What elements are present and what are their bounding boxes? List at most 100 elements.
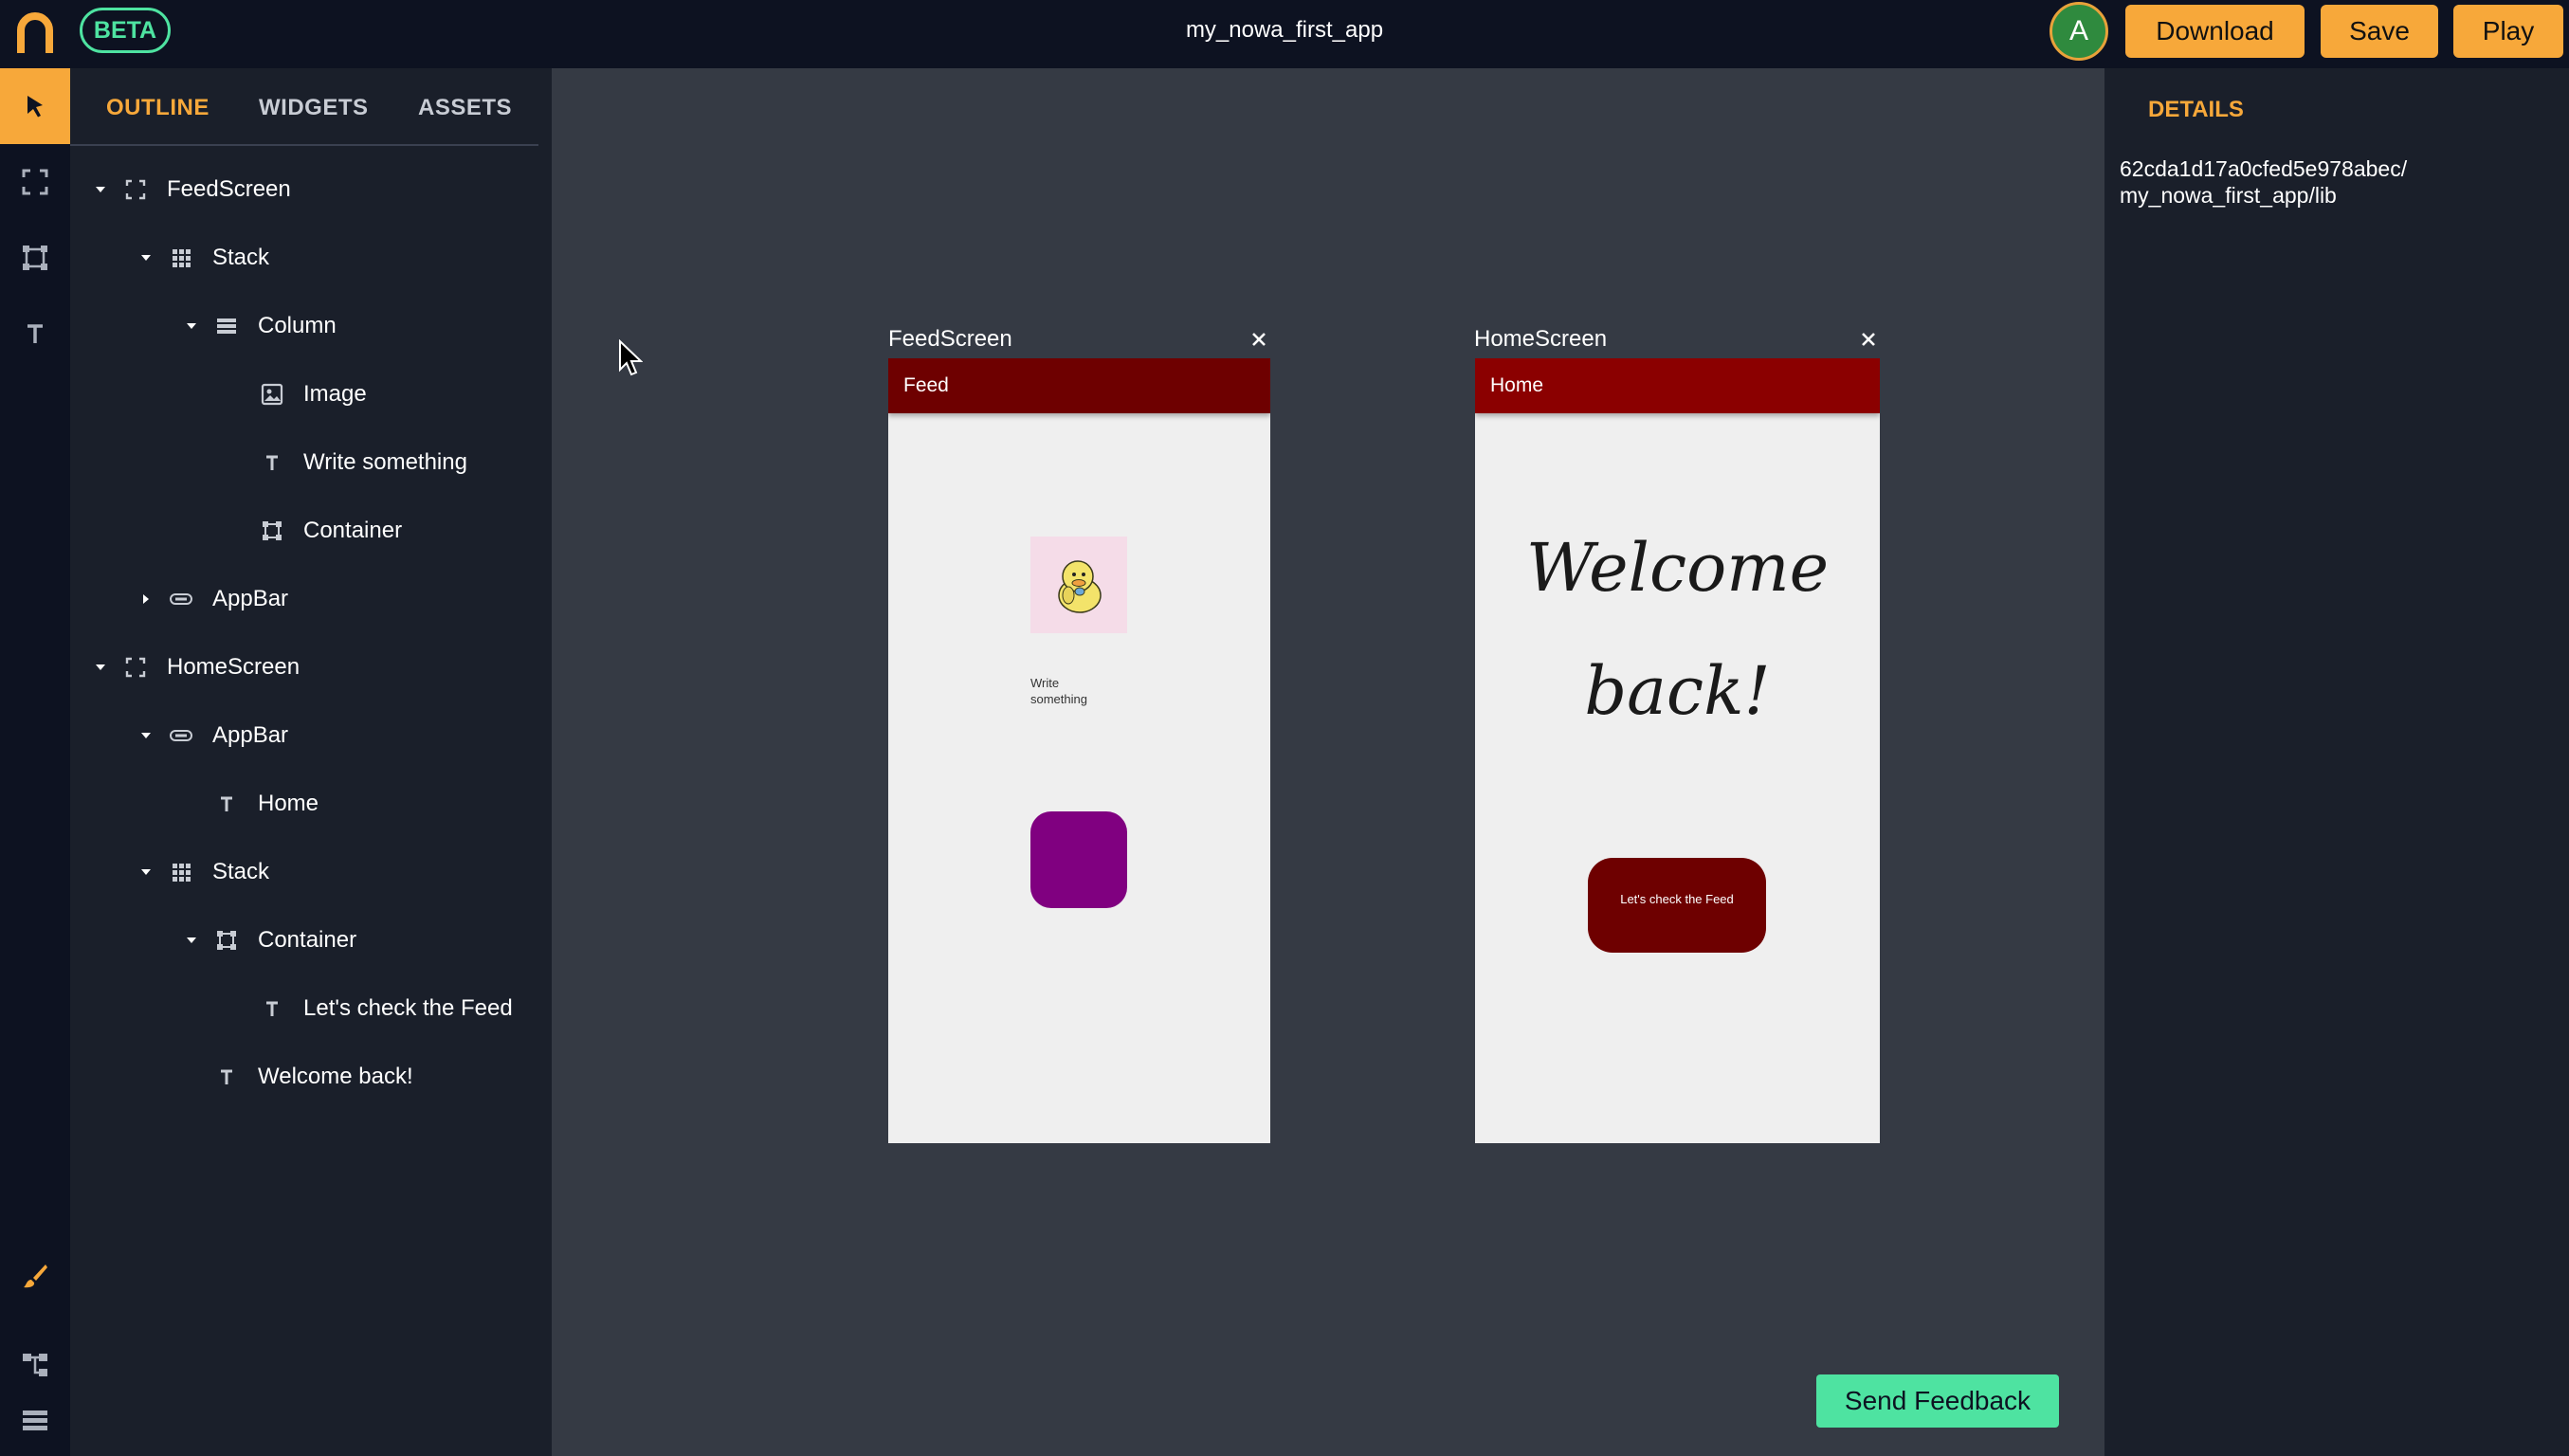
- tree-item-column[interactable]: Column: [178, 302, 337, 350]
- caret-spacer: [224, 999, 250, 1018]
- check-feed-button-label: Let's check the Feed: [1620, 891, 1734, 906]
- tool-rail: [0, 68, 70, 1456]
- close-icon[interactable]: [1855, 326, 1882, 353]
- tree-item-label: Home: [258, 791, 319, 816]
- image-icon: [258, 381, 286, 408]
- caret-down-icon[interactable]: [87, 658, 114, 677]
- frame-title-feedscreen[interactable]: FeedScreen: [888, 326, 1012, 353]
- panel-tabs: OUTLINE WIDGETS ASSETS: [70, 68, 538, 146]
- tree-item-label: FeedScreen: [167, 176, 291, 202]
- nowa-logo-icon[interactable]: [8, 6, 63, 61]
- home-appbar: Home: [1475, 358, 1880, 413]
- pointer-tool-button[interactable]: [0, 68, 70, 144]
- tree-item-feedscreen[interactable]: FeedScreen: [87, 166, 291, 213]
- tree-item-write-something[interactable]: Write something: [224, 439, 467, 486]
- text-icon: [27, 324, 43, 343]
- tree-item-label: Container: [303, 518, 403, 543]
- screen-icon: [22, 169, 48, 195]
- tree-item-container[interactable]: Container: [178, 917, 356, 964]
- welcome-text-line2: back!: [1584, 652, 1771, 730]
- pointer-icon: [27, 96, 43, 118]
- details-panel: DETAILS 62cda1d17a0cfed5e978abec/ my_now…: [2104, 68, 2569, 1456]
- duck-image[interactable]: [1030, 537, 1127, 633]
- tab-outline[interactable]: OUTLINE: [106, 95, 210, 121]
- welcome-text-line1: Welcome: [1525, 529, 1830, 607]
- brush-icon: [24, 1265, 47, 1288]
- send-feedback-button[interactable]: Send Feedback: [1816, 1374, 2059, 1428]
- caret-down-icon[interactable]: [133, 863, 159, 882]
- caret-right-icon[interactable]: [133, 590, 159, 609]
- container-icon: [258, 518, 286, 544]
- grid-icon: [167, 245, 195, 271]
- tree-item-home[interactable]: Home: [178, 780, 319, 828]
- feed-appbar: Feed: [888, 358, 1270, 413]
- tree-item-label: AppBar: [212, 722, 289, 748]
- tree-item-label: Column: [258, 313, 337, 338]
- tree-item-label: HomeScreen: [167, 654, 301, 680]
- duck-icon: [1058, 560, 1102, 613]
- caret-down-icon[interactable]: [178, 317, 205, 336]
- avatar[interactable]: A: [2050, 2, 2108, 61]
- list-icon: [23, 1410, 47, 1430]
- grid-icon: [167, 859, 195, 885]
- tree-item-label: Stack: [212, 245, 270, 270]
- tree-icon: [23, 1354, 47, 1376]
- tree-item-label: AppBar: [212, 586, 289, 611]
- tree-item-label: Container: [258, 927, 357, 953]
- check-feed-button[interactable]: Let's check the Feed: [1588, 858, 1766, 953]
- caret-down-icon[interactable]: [133, 248, 159, 267]
- tree-item-label: Welcome back!: [258, 1064, 413, 1089]
- tree-item-label: Stack: [212, 859, 270, 884]
- list-tool-button[interactable]: [0, 1382, 70, 1456]
- mouse-cursor-icon: [619, 339, 643, 376]
- close-icon[interactable]: [1246, 326, 1272, 353]
- feed-appbar-title: Feed: [903, 374, 949, 396]
- tree-item-lets-check-the-feed[interactable]: Let's check the Feed: [224, 985, 513, 1032]
- tree-item-stack[interactable]: Stack: [133, 848, 269, 896]
- tree-item-label: Image: [303, 381, 367, 407]
- frame-title-homescreen[interactable]: HomeScreen: [1474, 326, 1607, 353]
- tree-item-appbar[interactable]: AppBar: [133, 575, 288, 623]
- tab-assets[interactable]: ASSETS: [418, 95, 512, 121]
- tree-item-stack[interactable]: Stack: [133, 234, 269, 282]
- beta-badge: BETA: [80, 8, 171, 53]
- purple-container[interactable]: [1030, 811, 1127, 908]
- caret-spacer: [224, 385, 250, 404]
- details-path: 62cda1d17a0cfed5e978abec/ my_nowa_first_…: [2120, 156, 2408, 208]
- homescreen-preview[interactable]: Home Welcome back! Let's check the Feed: [1475, 358, 1880, 1143]
- container-tool-button[interactable]: [0, 220, 70, 296]
- tree-item-container[interactable]: Container: [224, 507, 402, 555]
- screen-icon: [121, 176, 150, 203]
- text-tool-button[interactable]: [0, 296, 70, 372]
- caret-spacer: [178, 794, 205, 813]
- caret-spacer: [224, 521, 250, 540]
- tree-item-appbar[interactable]: AppBar: [133, 712, 288, 759]
- text-icon: [258, 995, 286, 1022]
- top-bar: BETA my_nowa_first_app A Download Save P…: [0, 0, 2569, 68]
- tree-item-homescreen[interactable]: HomeScreen: [87, 644, 300, 691]
- tab-widgets[interactable]: WIDGETS: [259, 95, 369, 121]
- caret-down-icon[interactable]: [87, 180, 114, 199]
- text-icon: [212, 1064, 241, 1090]
- tree-item-welcome-back[interactable]: Welcome back!: [178, 1053, 413, 1101]
- save-button[interactable]: Save: [2321, 5, 2438, 58]
- style-tool-button[interactable]: [0, 1238, 70, 1314]
- caret-down-icon[interactable]: [178, 931, 205, 950]
- caret-down-icon[interactable]: [133, 726, 159, 745]
- caret-spacer: [224, 453, 250, 472]
- screen-icon: [121, 654, 150, 681]
- container-icon: [23, 246, 47, 270]
- appbar-icon: [167, 586, 195, 612]
- write-something-text: Write something: [1030, 676, 1087, 706]
- outline-panel: OUTLINE WIDGETS ASSETS FeedScreen Stack …: [70, 68, 552, 1456]
- appbar-icon: [167, 722, 195, 749]
- text-icon: [212, 791, 241, 817]
- feedscreen-preview[interactable]: Feed Write something: [888, 358, 1270, 1143]
- download-button[interactable]: Download: [2125, 5, 2305, 58]
- tree-item-image[interactable]: Image: [224, 371, 367, 418]
- tree-item-label: Write something: [303, 449, 467, 475]
- screen-tool-button[interactable]: [0, 144, 70, 220]
- column-icon: [212, 313, 241, 339]
- play-button[interactable]: Play: [2453, 5, 2563, 58]
- container-icon: [212, 927, 241, 954]
